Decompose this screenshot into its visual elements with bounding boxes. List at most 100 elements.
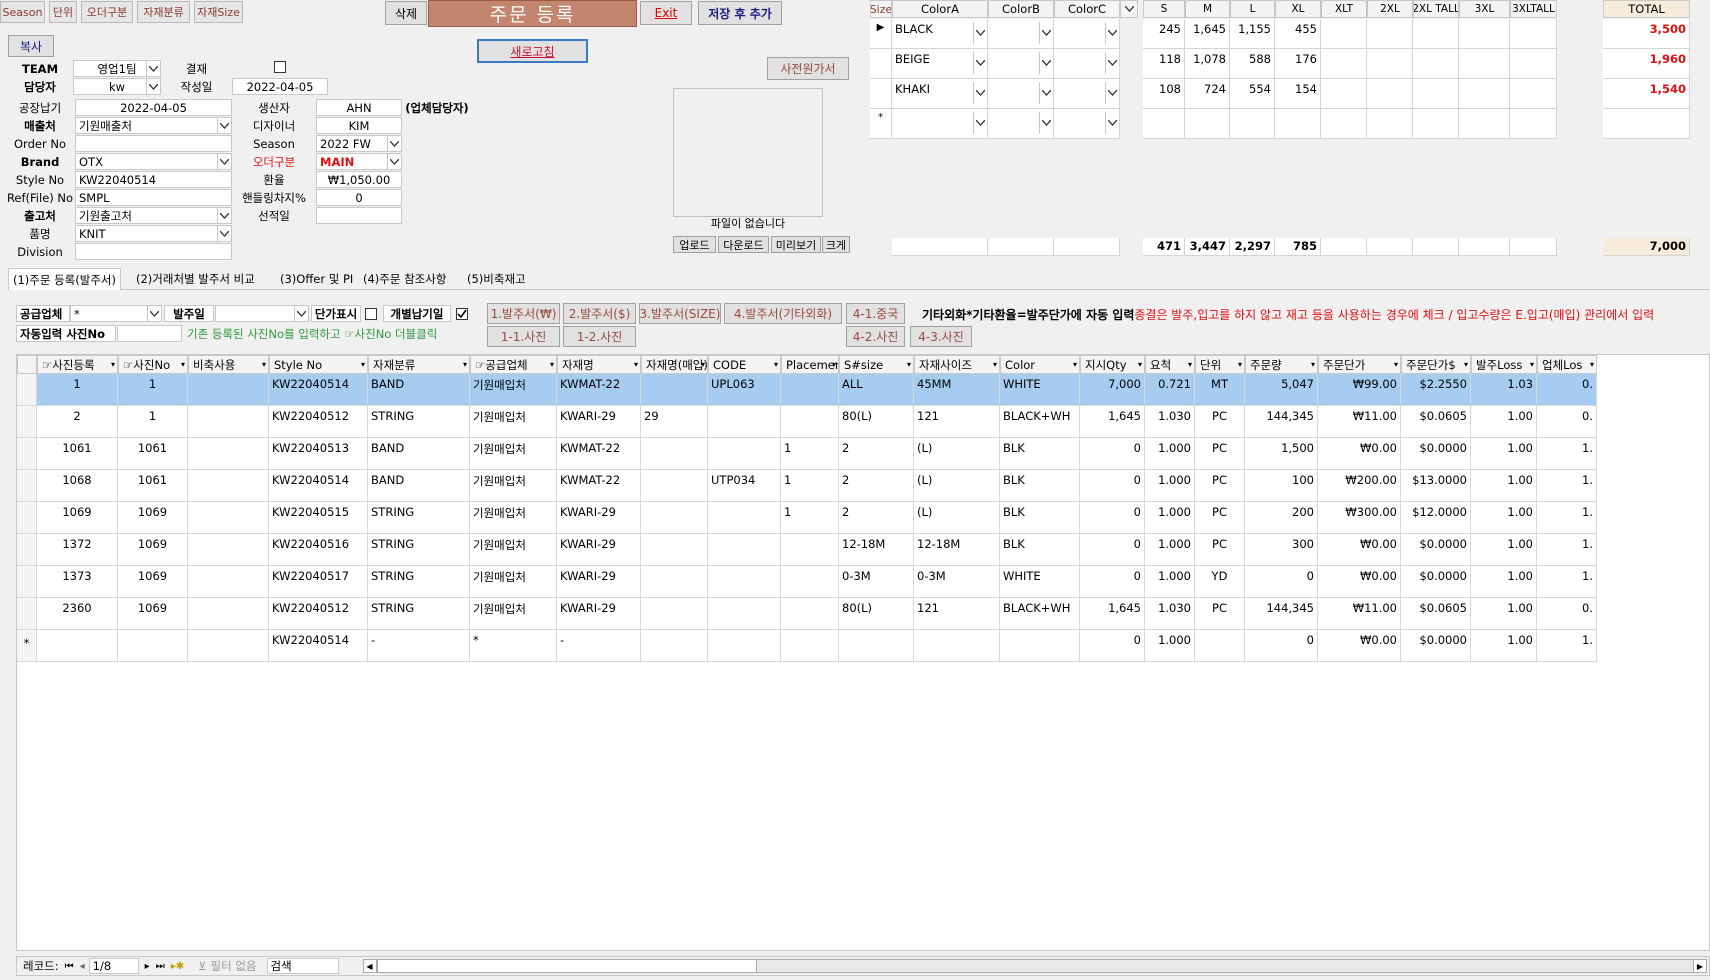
chevron-down-icon[interactable]	[217, 226, 231, 241]
table-cell[interactable]: 0.	[1537, 406, 1597, 438]
chevron-down-icon[interactable]	[146, 79, 160, 94]
table-cell[interactable]: 1,645	[1080, 406, 1145, 438]
report-size-button[interactable]: 3.발주서(SIZE)	[639, 303, 721, 324]
chevron-down-icon[interactable]	[1105, 82, 1119, 104]
table-cell[interactable]: BLACK+WH	[1000, 406, 1080, 438]
chevron-down-icon[interactable]	[973, 22, 987, 44]
table-cell[interactable]: $0.0605	[1401, 598, 1471, 630]
row-selector[interactable]	[17, 598, 37, 630]
producer-field[interactable]: AHN	[316, 99, 402, 116]
table-cell[interactable]	[708, 566, 781, 598]
size-button[interactable]: Size	[870, 0, 892, 18]
table-cell[interactable]: PC	[1195, 406, 1245, 438]
row-selector[interactable]	[17, 374, 37, 406]
table-cell[interactable]: BLK	[1000, 502, 1080, 534]
table-cell[interactable]: 1.000	[1145, 534, 1195, 566]
table-cell[interactable]: 0.	[1537, 374, 1597, 406]
table-cell[interactable]: 2	[839, 438, 914, 470]
chevron-down-icon[interactable]	[147, 306, 161, 321]
qty-cell-xlt[interactable]	[1321, 49, 1367, 79]
table-cell[interactable]: 0.721	[1145, 374, 1195, 406]
table-cell[interactable]: PC	[1195, 438, 1245, 470]
table-cell[interactable]: 2360	[37, 598, 118, 630]
table-cell[interactable]: 기원매입처	[470, 502, 557, 534]
row-selector[interactable]	[870, 79, 892, 109]
table-cell[interactable]: 7,000	[1080, 374, 1145, 406]
chevron-down-icon[interactable]	[1105, 112, 1119, 134]
filter-status[interactable]: 필터 없음	[211, 958, 257, 974]
report-china-button[interactable]: 4-1.중국	[846, 303, 905, 324]
table-cell[interactable]: 1.000	[1145, 438, 1195, 470]
table-cell[interactable]	[1000, 630, 1080, 662]
table-cell[interactable]: PC	[1195, 598, 1245, 630]
table-cell[interactable]: KW22040516	[269, 534, 368, 566]
table-cell[interactable]: ₩0.00	[1318, 566, 1401, 598]
season-select[interactable]: 2022 FW	[316, 135, 402, 152]
column-header[interactable]: 자재분류 ▾	[368, 355, 470, 374]
table-cell[interactable]: BLK	[1000, 470, 1080, 502]
table-cell[interactable]: 12-18M	[839, 534, 914, 566]
table-cell[interactable]: KWARI-29	[557, 406, 641, 438]
ref-field[interactable]: SMPL	[75, 189, 232, 206]
table-cell[interactable]: 121	[914, 406, 1000, 438]
table-cell[interactable]: 1069	[37, 502, 118, 534]
table-cell[interactable]	[781, 406, 839, 438]
chevron-down-icon[interactable]	[1039, 112, 1053, 134]
table-cell[interactable]	[708, 534, 781, 566]
table-cell[interactable]: 1.00	[1471, 566, 1537, 598]
table-cell[interactable]: $0.0000	[1401, 566, 1471, 598]
column-header[interactable]: Style No ▾	[269, 355, 368, 374]
material-size-button[interactable]: 자재Size	[194, 1, 243, 23]
color-a-cell[interactable]: KHAKI	[892, 79, 988, 109]
manager-select[interactable]: kw	[73, 78, 161, 95]
designer-field[interactable]: KIM	[316, 117, 402, 134]
table-cell[interactable]: 1.00	[1471, 406, 1537, 438]
qty-cell-3xl[interactable]	[1459, 79, 1510, 109]
table-cell[interactable]: 1.00	[1471, 630, 1537, 662]
preview-button[interactable]: 미리보기	[771, 236, 821, 253]
table-cell[interactable]	[188, 502, 269, 534]
report-photo-1-2-button[interactable]: 1-2.사진	[563, 326, 636, 347]
table-cell[interactable]: $0.0605	[1401, 406, 1471, 438]
table-cell[interactable]: KWARI-29	[557, 534, 641, 566]
table-cell[interactable]: BLACK+WH	[1000, 598, 1080, 630]
table-cell[interactable]: 1068	[37, 470, 118, 502]
report-usd-button[interactable]: 2.발주서($)	[563, 303, 636, 324]
sort-dropdown-icon[interactable]: ▾	[463, 360, 467, 369]
table-cell[interactable]	[641, 470, 708, 502]
qty-cell-l[interactable]	[1230, 109, 1275, 139]
division-field[interactable]	[75, 243, 232, 260]
table-cell[interactable]	[118, 630, 188, 662]
qty-cell-l[interactable]: 1,155	[1230, 19, 1275, 49]
qty-cell-2xl[interactable]	[1367, 49, 1413, 79]
row-selector[interactable]	[17, 438, 37, 470]
qty-cell-m[interactable]: 724	[1185, 79, 1230, 109]
table-cell[interactable]: 0	[1080, 470, 1145, 502]
exit-button[interactable]: Exit	[640, 1, 692, 25]
table-cell[interactable]	[781, 374, 839, 406]
table-cell[interactable]: 29	[641, 406, 708, 438]
sort-dropdown-icon[interactable]: ▾	[1394, 360, 1398, 369]
table-cell[interactable]: 300	[1245, 534, 1318, 566]
table-cell[interactable]: BLK	[1000, 438, 1080, 470]
table-cell[interactable]	[914, 630, 1000, 662]
table-cell[interactable]: 1.	[1537, 438, 1597, 470]
order-type-button[interactable]: 오더구분	[81, 1, 133, 23]
record-field[interactable]: 1/8	[88, 958, 139, 974]
sort-dropdown-icon[interactable]: ▾	[1238, 360, 1242, 369]
table-cell[interactable]: 1069	[118, 566, 188, 598]
table-cell[interactable]: 1,500	[1245, 438, 1318, 470]
table-cell[interactable]: 1.	[1537, 470, 1597, 502]
table-cell[interactable]: KWMAT-22	[557, 374, 641, 406]
table-cell[interactable]: 0	[1080, 630, 1145, 662]
qty-cell-s[interactable]: 108	[1143, 79, 1185, 109]
sort-dropdown-icon[interactable]: ▾	[1073, 360, 1077, 369]
column-header[interactable]: 비축사용 ▾	[188, 355, 269, 374]
table-cell[interactable]: 기원매입처	[470, 534, 557, 566]
table-cell[interactable]: 144,345	[1245, 406, 1318, 438]
column-header[interactable]: ☞사진등록 ▾	[37, 355, 118, 374]
table-cell[interactable]: PC	[1195, 470, 1245, 502]
table-cell[interactable]: (L)	[914, 502, 1000, 534]
ship-select[interactable]: 기원출고처	[75, 207, 232, 224]
sort-dropdown-icon[interactable]: ▾	[1311, 360, 1315, 369]
